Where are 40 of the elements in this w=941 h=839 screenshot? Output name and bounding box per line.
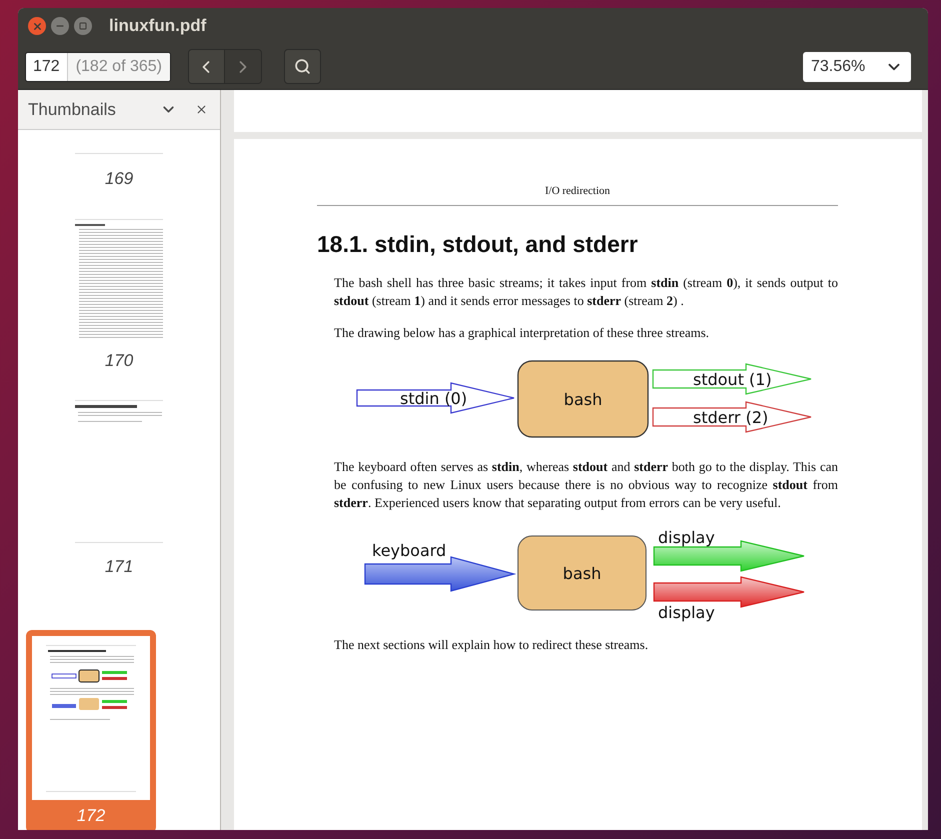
arrow-label: stdout (1) — [693, 370, 772, 388]
section-heading: 18.1. stdin, stdout, and stderr — [317, 230, 639, 259]
previous-page-button[interactable] — [188, 50, 225, 83]
thumbnail-item[interactable]: 169 — [74, 152, 164, 218]
paragraph: The bash shell has three basic streams; it takes input from stdin (stream 0), it sends output to stdout (stream 1) and it sends error messages to stderr (stream 2) . — [334, 274, 838, 310]
search-icon — [294, 58, 311, 75]
sidebar-title: Thumbnails — [28, 98, 116, 121]
page-label: 169 — [104, 168, 134, 190]
box-label: bash — [562, 564, 602, 582]
thumbnail-drawing[interactable] — [74, 218, 164, 338]
running-header: I/O redirection — [544, 185, 610, 197]
minimize-button[interactable] — [51, 17, 69, 35]
sidebar-close-button[interactable] — [195, 103, 208, 116]
search-button[interactable] — [284, 49, 321, 84]
maximize-icon — [79, 22, 87, 30]
zoom-dropdown[interactable]: 73.56% — [803, 52, 911, 82]
arrow-label: keyboard — [372, 540, 446, 560]
arrow-label: stdin (0) — [400, 388, 468, 408]
thumbnail-drawing[interactable] — [74, 399, 164, 544]
arrow-label: display — [658, 528, 715, 546]
thumbnail-drawing[interactable] — [32, 636, 150, 800]
box-label: bash — [564, 390, 602, 408]
page-field[interactable]: 172 (182 of 365) — [25, 52, 171, 82]
close-icon — [32, 20, 42, 32]
page-count: (182 of 365) — [68, 52, 170, 80]
arrow-label: display — [658, 602, 715, 622]
window-title: linuxfun.pdf — [109, 15, 206, 38]
close-icon — [195, 103, 208, 116]
thumbnail-drawing[interactable] — [74, 152, 164, 156]
thumbnail-item[interactable]: 170 — [74, 218, 164, 399]
paragraph: The drawing below has a graphical interpretation of these three streams. — [334, 324, 710, 342]
thumbnail-item[interactable]: 171 — [74, 399, 164, 606]
paragraph: The next sections will explain how to redirect these streams. — [334, 636, 650, 654]
close-button[interactable] — [28, 17, 46, 35]
paragraph: The keyboard often serves as stdin, whereas stdout and stderr both go to the display. This can be confusing to new Linux users because there is no obvious way to recognize stdout from stderr. Experienced users know that separating output from errors can be very useful. — [334, 458, 838, 512]
arrow-label: stderr (2) — [693, 408, 768, 426]
page-label: 172 — [76, 804, 106, 826]
page-label: 170 — [104, 350, 134, 372]
page-label: 171 — [104, 556, 134, 578]
maximize-button[interactable] — [74, 17, 92, 35]
